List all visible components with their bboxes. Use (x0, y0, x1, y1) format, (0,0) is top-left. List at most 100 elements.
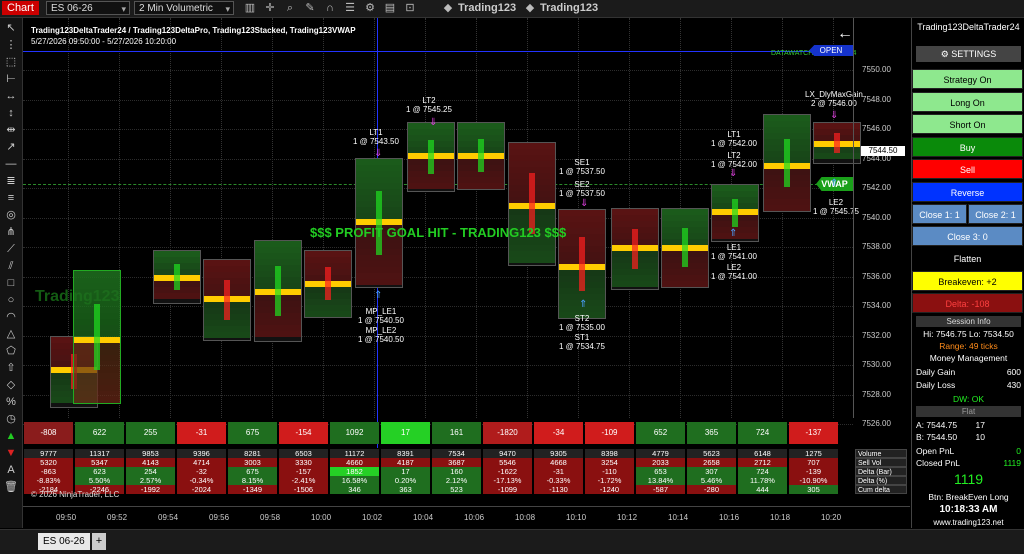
horizontal-line-icon[interactable]: — (3, 156, 19, 172)
chart-tab[interactable]: Chart (2, 1, 39, 15)
bar-delta-cell: -137 (789, 422, 838, 444)
fib-icon[interactable]: ≣ (3, 173, 19, 189)
arrow-up-icon[interactable]: ⇧ (3, 360, 19, 376)
cursor-icon[interactable]: ↖ (3, 20, 19, 36)
stat-cell: 2712 (738, 458, 787, 467)
candle-body (478, 139, 484, 172)
bar-statistics-table: 9777 11317 9853 9396 8281 6503 11172 8391 7534 94… (23, 449, 910, 497)
breakeven-button[interactable]: Breakeven: +2 (912, 271, 1023, 291)
text-icon[interactable]: A (3, 462, 19, 478)
total-pnl: 1119 (953, 471, 984, 487)
chart-canvas[interactable]: Trading123DeltaTrader24 / Trading123Delt… (23, 18, 910, 528)
properties-icon[interactable]: ☰ (342, 1, 358, 15)
polygon-icon[interactable]: ⬠ (3, 343, 19, 359)
price-axis-label: 7548.00 (862, 94, 891, 104)
drawing-tools: ↖ ⋮ ⬚ ⊢ ↔ ↕ ⇹ ↗ — ≣ ≡ ◎ ⋔ ⟋ ⫽ □ ○ ◠ △ ⬠ … (0, 18, 23, 528)
stat-cell: -1992 (126, 485, 175, 494)
lock-icon[interactable]: ⊡ (402, 1, 418, 15)
triangle-icon[interactable]: △ (3, 326, 19, 342)
time-axis[interactable]: 09:50 09:52 09:54 09:56 09:58 10:00 10:02 10:04… (23, 506, 910, 528)
add-tab-button[interactable]: + (92, 533, 106, 550)
line-icon[interactable]: ↔ (3, 88, 19, 104)
bars-icon[interactable]: ▥ (242, 1, 258, 15)
trade-label-se2: SE2 1 @ 7537.50 (559, 180, 605, 198)
stat-cell: 3687 (432, 458, 481, 467)
volumetric-bar (407, 122, 455, 192)
stat-cell: 305 (789, 485, 838, 494)
percent-icon[interactable]: % (3, 394, 19, 410)
pencil-icon[interactable]: ✎ (302, 1, 318, 15)
stat-cell: 5.50% (75, 476, 124, 485)
grid-icon[interactable]: ⋮ (3, 37, 19, 53)
volumetric-bar (203, 259, 251, 341)
magnet-icon[interactable]: ∩ (322, 1, 338, 15)
arc-icon[interactable]: ◠ (3, 309, 19, 325)
chart-title: Trading123DeltaTrader24 / Trading123Delt… (31, 26, 356, 35)
dw-status: DW: OK (952, 394, 984, 404)
time-axis-label: 10:06 (464, 513, 485, 522)
back-arrow-icon[interactable]: ← (837, 25, 853, 43)
price-axis-label: 7550.00 (862, 65, 891, 74)
instrument-selector[interactable]: ES 06-26 (46, 1, 130, 16)
settings-button[interactable]: ⚙ SETTINGS (916, 46, 1021, 62)
stat-cell: 4714 (177, 458, 226, 467)
fib-ext-icon[interactable]: ≡ (3, 190, 19, 206)
stat-cell: 4668 (534, 458, 583, 467)
rectangle-icon[interactable]: □ (3, 275, 19, 291)
circle-target-icon[interactable]: ◎ (3, 207, 19, 223)
down-flag-icon[interactable]: ▼ (3, 445, 19, 461)
arrow-line-icon[interactable]: ↗ (3, 139, 19, 155)
stat-cell: 7534 (432, 449, 481, 458)
interval-selector[interactable]: 2 Min Volumetric (134, 1, 234, 16)
strategy-on-button[interactable]: Strategy On (912, 69, 1023, 89)
close-1-button[interactable]: Close 1: 1 (912, 204, 967, 224)
candle-body (682, 228, 688, 267)
stat-cell: 8.15% (228, 476, 277, 485)
box-icon[interactable]: ⬚ (3, 54, 19, 70)
gann-icon[interactable]: ⟋ (3, 241, 19, 257)
pitchfork-icon[interactable]: ⋔ (3, 224, 19, 240)
stat-cell: 4143 (126, 458, 175, 467)
ellipse-icon[interactable]: ○ (3, 292, 19, 308)
price-axis[interactable]: 7550.00 7548.00 7546.00 7544.00 7542.00 7540.… (853, 18, 910, 428)
stat-cell: 9470 (483, 449, 532, 458)
short-on-button[interactable]: Short On (912, 114, 1023, 134)
trade-label-lt2: LT2 1 @ 7545.25 (406, 96, 452, 114)
crosshair-icon[interactable]: ✛ (262, 1, 278, 15)
position-a: A: 7544.75 17 (916, 420, 985, 430)
reverse-button[interactable]: Reverse (912, 181, 1023, 202)
ruler-icon[interactable]: ⊢ (3, 71, 19, 87)
trash-icon[interactable]: 🗑 (3, 479, 19, 495)
strategies-icon[interactable]: ⚙ (362, 1, 378, 15)
time-icon[interactable]: ◷ (3, 411, 19, 427)
time-axis-label: 10:18 (770, 513, 791, 522)
zoom-icon[interactable]: ⌕ (282, 1, 298, 15)
ray-icon[interactable]: ↕ (3, 105, 19, 121)
close-3-button[interactable]: Close 3: 0 (912, 226, 1023, 246)
trend-channel-icon[interactable]: ⫽ (3, 258, 19, 274)
last-price-tag: 7544.50 (861, 146, 905, 156)
close-2-button[interactable]: Close 2: 1 (968, 204, 1023, 224)
extended-line-icon[interactable]: ⇹ (3, 122, 19, 138)
arrow-up-icon: ⇑ (374, 290, 383, 301)
bar-delta-row: -808 622 255 -31 675 -154 1092 17 161 -1820 -34 -10… (23, 422, 853, 444)
candle-body (732, 199, 738, 227)
bar-delta-cell: 652 (636, 422, 685, 444)
long-on-button[interactable]: Long On (912, 91, 1023, 112)
up-flag-icon[interactable]: ▲ (3, 428, 19, 444)
stat-cell: 4187 (381, 458, 430, 467)
footprint-cell (305, 311, 351, 317)
diamond-icon[interactable]: ◇ (3, 377, 19, 393)
sell-button[interactable]: Sell (912, 159, 1023, 179)
flatten-button[interactable]: Flatten (912, 249, 1023, 269)
bar-delta-cell: -34 (534, 422, 583, 444)
stat-cell: 363 (381, 485, 430, 494)
candle-body (174, 264, 180, 290)
buy-button[interactable]: Buy (912, 136, 1023, 157)
panel-title: Trading123DeltaTrader24 (917, 22, 1020, 32)
position-status: Flat (916, 406, 1021, 417)
templates-icon[interactable]: ▤ (382, 1, 398, 15)
instrument-tab[interactable]: ES 06-26 (38, 533, 90, 550)
bar-delta-cell: 161 (432, 422, 481, 444)
bar-delta-cell: 365 (687, 422, 736, 444)
